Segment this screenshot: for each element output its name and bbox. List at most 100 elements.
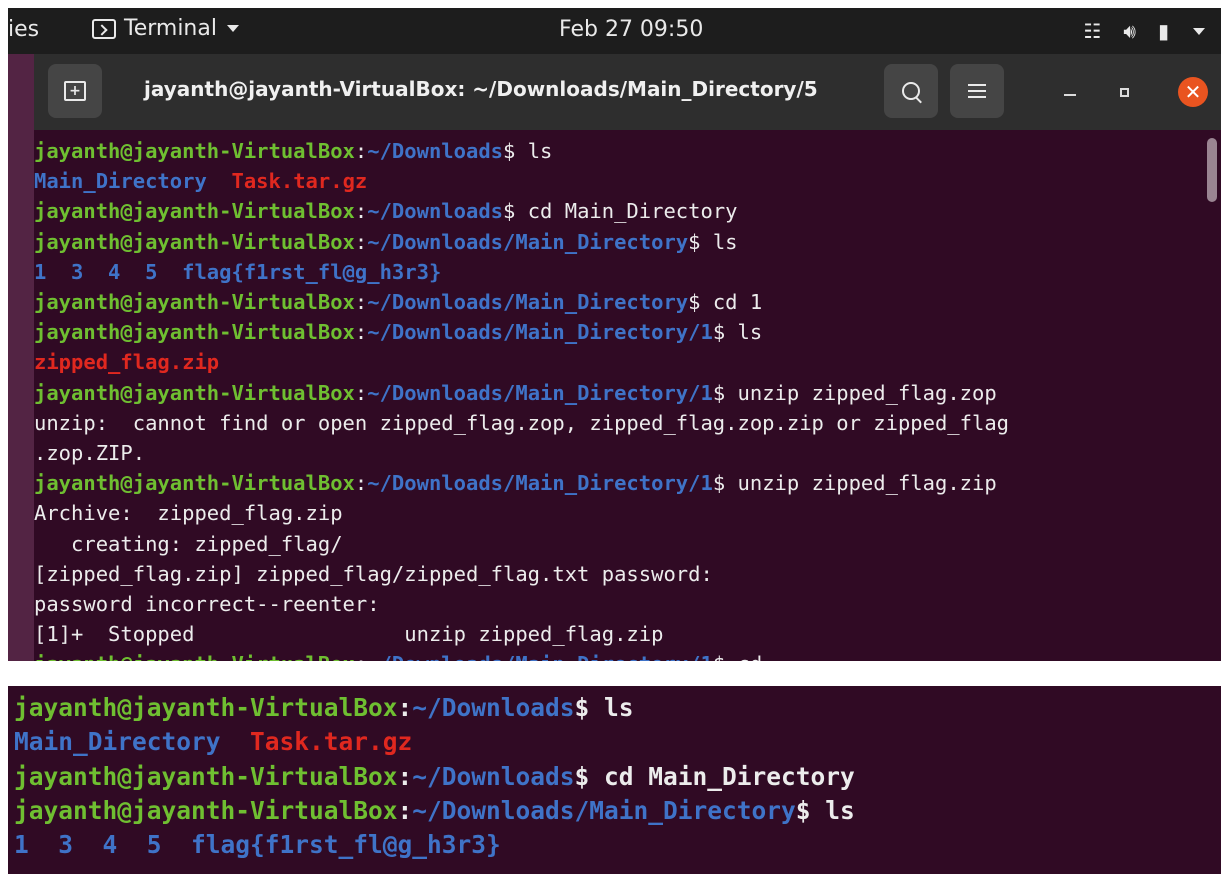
- terminal-segment: creating: zipped_flag/: [34, 531, 343, 556]
- volume-icon[interactable]: 🔊︎: [1123, 19, 1136, 43]
- terminal-segment: password incorrect--reenter:: [34, 592, 392, 617]
- terminal-segment: :: [355, 652, 367, 661]
- terminal-line: .zop.ZIP.: [34, 441, 145, 465]
- new-tab-button[interactable]: +: [48, 64, 102, 118]
- terminal-segment: jayanth@jayanth-VirtualBox: [34, 139, 355, 163]
- terminal-segment: $ ls: [712, 320, 763, 345]
- terminal-segment: $ ls: [574, 693, 634, 722]
- terminal-segment: jayanth@jayanth-VirtualBox: [34, 229, 355, 254]
- terminal-segment: :: [397, 795, 413, 825]
- terminal-segment: $ cd Main_Directory: [503, 199, 738, 224]
- terminal-line: jayanth@jayanth-VirtualBox:~/Downloads/M…: [34, 381, 997, 405]
- terminal-segment: ~/Downloads: [367, 139, 504, 163]
- terminal-line: creating: zipped_flag/: [34, 532, 343, 556]
- terminal-segment: $ ls: [795, 795, 855, 825]
- terminal-segment: jayanth@jayanth-VirtualBox: [34, 471, 355, 496]
- terminal-segment: :: [354, 199, 368, 224]
- hamburger-icon: [968, 84, 986, 98]
- chevron-down-icon: [226, 25, 239, 32]
- terminal-line: jayanth@jayanth-VirtualBox:~/Downloads$ …: [14, 762, 855, 791]
- terminal-line: Main_Directory Task.tar.gz: [14, 727, 412, 756]
- terminal-line: zipped_flag.zip: [34, 350, 219, 374]
- terminal-segment: Task.tar.gz: [231, 169, 368, 194]
- terminal-output[interactable]: jayanth@jayanth-VirtualBox:~/Downloads$ …: [34, 130, 1221, 661]
- terminal-segment: ~/Downloads/Main_Directory/1: [367, 320, 713, 345]
- terminal-segment: 1 3 4 5 flag{f1rst_fl@g_h3r3}: [34, 259, 442, 284]
- terminal-segment: .zop.ZIP.: [34, 441, 146, 466]
- menu-button[interactable]: [950, 64, 1004, 118]
- minimize-button[interactable]: [1064, 94, 1076, 96]
- app-name: Terminal: [124, 16, 217, 41]
- terminal-segment: $ cd Main_Directory: [574, 761, 855, 791]
- terminal-line: jayanth@jayanth-VirtualBox:~/Downloads$ …: [34, 199, 738, 223]
- terminal-segment: $ ls: [503, 139, 553, 163]
- terminal-line: jayanth@jayanth-VirtualBox:~/Downloads/M…: [34, 471, 997, 495]
- terminal-line: [1]+ Stopped unzip zipped_flag.zip: [34, 622, 663, 646]
- terminal-segment: :: [397, 693, 413, 722]
- top-bar: ies Terminal Feb 27 09:50 ☷ 🔊︎ ▮: [8, 8, 1221, 54]
- terminal-segment: jayanth@jayanth-VirtualBox: [34, 199, 355, 224]
- terminal-segment: :: [354, 139, 368, 163]
- terminal-segment: ~/Downloads/Main_Directory/1: [367, 471, 713, 496]
- desktop-strip: [8, 54, 34, 661]
- terminal-segment: $ cd: [713, 652, 762, 661]
- terminal-line: Archive: zipped_flag.zip: [34, 501, 343, 525]
- terminal-segment: ~/Downloads/Main_Directory/1: [367, 380, 713, 405]
- terminal-segment: jayanth@jayanth-VirtualBox: [34, 320, 355, 345]
- terminal-segment: ~/Downloads/Main_Directory: [367, 229, 689, 254]
- terminal-line: password incorrect--reenter:: [34, 592, 392, 616]
- maximize-button[interactable]: [1120, 88, 1129, 97]
- zoomed-terminal-text: jayanth@jayanth-VirtualBox:~/Downloads$ …: [8, 686, 1221, 862]
- terminal-line: jayanth@jayanth-VirtualBox:~/Downloads/M…: [34, 652, 762, 661]
- search-button[interactable]: [884, 64, 938, 118]
- terminal-window: + jayanth@jayanth-VirtualBox: ~/Download…: [8, 54, 1221, 661]
- terminal-line: 1 3 4 5 flag{f1rst_fl@g_h3r3}: [34, 260, 441, 284]
- terminal-segment: $ ls: [688, 229, 738, 254]
- terminal-line: [zipped_flag.zip] zipped_flag/zipped_fla…: [34, 562, 725, 586]
- terminal-segment: jayanth@jayanth-VirtualBox: [14, 693, 398, 722]
- terminal-line: Main_Directory Task.tar.gz: [34, 169, 367, 193]
- terminal-segment: jayanth@jayanth-VirtualBox: [14, 795, 398, 825]
- zoomed-terminal-panel: jayanth@jayanth-VirtualBox:~/Downloads$ …: [8, 686, 1221, 874]
- terminal-segment: Main_Directory: [14, 727, 221, 757]
- terminal-segment: ~/Downloads/Main_Directory: [412, 795, 796, 825]
- battery-icon[interactable]: ▮: [1158, 19, 1169, 43]
- app-menu[interactable]: Terminal: [92, 16, 239, 41]
- scrollbar[interactable]: [1207, 138, 1217, 202]
- terminal-segment: [207, 169, 232, 193]
- terminal-segment: :: [354, 229, 368, 254]
- terminal-segment: [221, 727, 251, 756]
- terminal-segment: Task.tar.gz: [250, 727, 413, 757]
- terminal-segment: [zipped_flag.zip] zipped_flag/zipped_fla…: [34, 561, 726, 586]
- terminal-text: jayanth@jayanth-VirtualBox:~/Downloads$ …: [34, 130, 1221, 661]
- terminal-segment: unzip: cannot find or open zipped_flag.z…: [34, 410, 1010, 435]
- terminal-line: jayanth@jayanth-VirtualBox:~/Downloads/M…: [34, 290, 762, 314]
- terminal-segment: :: [354, 380, 368, 405]
- system-menu-icon[interactable]: [1193, 27, 1205, 35]
- network-icon[interactable]: ☷: [1083, 19, 1101, 43]
- system-tray[interactable]: ☷ 🔊︎ ▮: [1083, 19, 1205, 43]
- terminal-segment: ~/Downloads: [412, 761, 575, 791]
- terminal-line: jayanth@jayanth-VirtualBox:~/Downloads$ …: [34, 139, 552, 163]
- terminal-line: jayanth@jayanth-VirtualBox:~/Downloads/M…: [34, 230, 738, 254]
- terminal-segment: $ cd 1: [688, 290, 763, 315]
- close-button[interactable]: ✕: [1178, 77, 1208, 107]
- terminal-segment: jayanth@jayanth-VirtualBox: [14, 761, 398, 791]
- title-bar[interactable]: + jayanth@jayanth-VirtualBox: ~/Download…: [34, 54, 1221, 130]
- terminal-segment: 1 3 4 5 flag{f1rst_fl@g_h3r3}: [14, 830, 501, 860]
- activities-button[interactable]: ies: [8, 17, 39, 42]
- terminal-segment: zipped_flag.zip: [34, 350, 220, 375]
- new-tab-icon: +: [64, 81, 86, 101]
- terminal-segment: Archive: zipped_flag.zip: [34, 501, 343, 526]
- terminal-segment: :: [397, 761, 413, 791]
- terminal-line: jayanth@jayanth-VirtualBox:~/Downloads$ …: [14, 693, 634, 722]
- terminal-segment: ~/Downloads: [412, 693, 575, 722]
- terminal-segment: Main_Directory: [34, 169, 207, 194]
- terminal-segment: jayanth@jayanth-VirtualBox: [34, 652, 355, 661]
- terminal-segment: jayanth@jayanth-VirtualBox: [34, 290, 355, 315]
- clock[interactable]: Feb 27 09:50: [559, 17, 703, 42]
- terminal-segment: ~/Downloads/Main_Directory: [367, 290, 689, 315]
- terminal-line: unzip: cannot find or open zipped_flag.z…: [34, 411, 1009, 435]
- terminal-line: jayanth@jayanth-VirtualBox:~/Downloads/M…: [34, 320, 762, 344]
- terminal-segment: jayanth@jayanth-VirtualBox: [34, 380, 355, 405]
